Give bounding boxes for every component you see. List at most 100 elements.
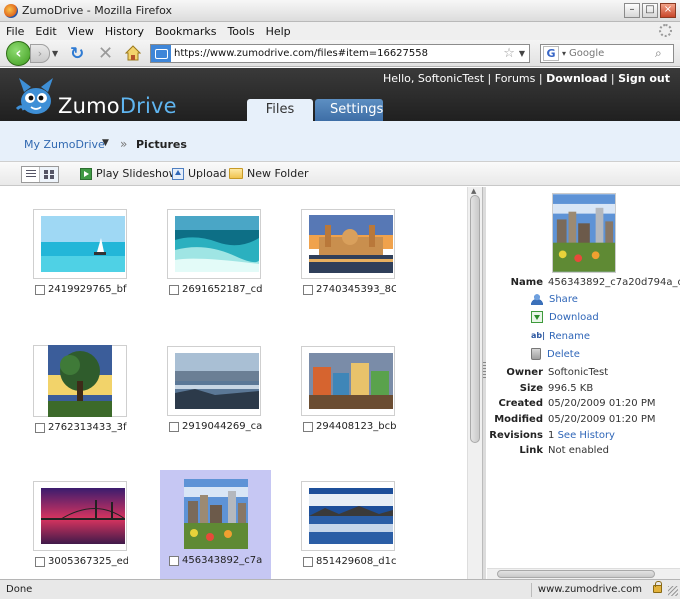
grid-vertical-scrollbar[interactable]: ▲	[467, 187, 482, 579]
photo-wave-thumbnail	[175, 216, 259, 272]
photo-village-thumbnail	[309, 353, 393, 409]
file-name: 2762313433_3f	[48, 422, 127, 433]
menu-file[interactable]: File	[6, 25, 24, 38]
firefox-icon	[4, 4, 18, 18]
scroll-up-icon[interactable]: ▲	[471, 187, 476, 195]
upload-icon	[172, 167, 184, 180]
home-button[interactable]	[125, 45, 141, 61]
close-button[interactable]: ×	[660, 3, 676, 18]
root-dropdown-icon[interactable]: ▼	[102, 138, 109, 148]
file-checkbox[interactable]	[35, 285, 45, 295]
file-tile[interactable]: 294408123_bcb	[301, 322, 411, 432]
search-icon[interactable]: ⌕	[655, 46, 662, 61]
menu-view[interactable]: View	[68, 25, 94, 38]
file-checkbox[interactable]	[35, 423, 45, 433]
rename-icon: ab|	[531, 331, 546, 340]
download-action[interactable]: Download	[531, 311, 599, 323]
site-header: ZumoDrive Hello, SoftonicTest | Forums |…	[0, 68, 680, 121]
tab-settings[interactable]: Settings	[315, 99, 383, 121]
file-tile[interactable]: 2740345393_8C	[301, 187, 411, 295]
history-dropdown-icon[interactable]: ▼	[52, 49, 58, 58]
file-checkbox[interactable]	[169, 556, 179, 566]
photo-cathedral-thumbnail	[309, 215, 393, 273]
panel-splitter[interactable]	[482, 187, 486, 579]
file-checkbox[interactable]	[303, 557, 313, 567]
signout-link[interactable]: Sign out	[618, 72, 670, 85]
maximize-button[interactable]: □	[642, 3, 658, 18]
share-action[interactable]: Share	[531, 293, 578, 305]
minimize-button[interactable]: –	[624, 3, 640, 18]
new-folder-button[interactable]: New Folder	[229, 167, 308, 180]
menu-bar: File Edit View History Bookmarks Tools H…	[0, 22, 680, 40]
download-link[interactable]: Download	[546, 72, 607, 85]
file-name: 851429608_d1c	[316, 556, 396, 567]
status-host: www.zumodrive.com	[530, 583, 648, 597]
status-bar: Done www.zumodrive.com	[0, 579, 680, 599]
file-name: 2419929765_bf	[48, 284, 127, 295]
tab-files[interactable]: Files	[247, 99, 313, 121]
engine-dropdown-icon[interactable]: ▾	[562, 49, 566, 58]
back-button[interactable]: ‹	[6, 41, 31, 66]
logo-suffix: Drive	[119, 94, 177, 118]
share-icon	[531, 293, 543, 305]
file-checkbox[interactable]	[35, 557, 45, 567]
breadcrumb-root-link[interactable]: My ZumoDrive	[24, 138, 105, 151]
address-bar[interactable]: https://www.zumodrive.com/files#item=166…	[150, 44, 530, 63]
file-checkbox[interactable]	[303, 285, 313, 295]
menu-tools[interactable]: Tools	[227, 25, 254, 38]
detail-modified-value: 05/20/2009 01:20 PM	[548, 414, 656, 425]
resize-grip-icon[interactable]	[668, 586, 678, 596]
upload-button[interactable]: Upload	[172, 167, 227, 180]
bookmark-star-icon[interactable]: ☆	[503, 46, 515, 61]
file-tile[interactable]: 851429608_d1c	[301, 457, 411, 567]
menu-edit[interactable]: Edit	[35, 25, 56, 38]
detail-modified-label: Modified	[494, 414, 543, 425]
file-tile[interactable]: 2419929765_bf	[33, 187, 143, 295]
menu-bookmarks[interactable]: Bookmarks	[155, 25, 216, 38]
file-checkbox[interactable]	[169, 422, 179, 432]
lock-icon[interactable]	[653, 581, 662, 593]
rename-action[interactable]: ab| Rename	[531, 330, 590, 342]
play-slideshow-label: Play Slideshow	[96, 167, 178, 180]
file-tile[interactable]: 2919044269_ca	[167, 322, 277, 432]
see-history-link[interactable]: See History	[558, 430, 615, 441]
file-checkbox[interactable]	[169, 285, 179, 295]
url-dropdown-icon[interactable]: ▼	[519, 49, 525, 58]
list-view-button[interactable]	[22, 167, 40, 182]
search-input[interactable]	[569, 48, 654, 59]
breadcrumb: My ZumoDrive ▼ » Pictures	[0, 121, 680, 161]
throbber-icon	[659, 24, 672, 37]
reload-button[interactable]: ↻	[70, 44, 84, 64]
url-text[interactable]: https://www.zumodrive.com/files#item=166…	[174, 48, 503, 59]
google-engine-icon[interactable]: G	[543, 46, 559, 61]
file-tile[interactable]: 2691652187_cd	[167, 187, 277, 295]
forums-link[interactable]: Forums	[495, 72, 536, 85]
forward-button[interactable]: ›	[30, 44, 50, 63]
thumbnail-view-button[interactable]	[40, 167, 58, 182]
zumo-mascot-icon	[15, 78, 53, 114]
file-tile-selected[interactable]: 456343892_c7a	[160, 470, 271, 579]
details-panel: Name 456343892_c7a20d794a_o.jpg Share Do…	[487, 187, 680, 579]
delete-action[interactable]: Delete	[531, 348, 580, 360]
file-tile[interactable]: 3005367325_ed	[33, 457, 143, 567]
photo-lake-thumbnail	[175, 353, 259, 409]
folder-icon	[229, 168, 243, 179]
search-bar[interactable]: G ▾ ⌕	[540, 44, 674, 63]
trash-icon	[531, 348, 541, 360]
grid-icon	[44, 170, 54, 179]
grid-scroll-thumb[interactable]	[470, 195, 480, 443]
menu-help[interactable]: Help	[266, 25, 291, 38]
splitter-grip-icon	[483, 362, 486, 378]
file-tile[interactable]: 2762313433_3f	[33, 322, 143, 433]
play-slideshow-button[interactable]: Play Slideshow	[80, 167, 178, 180]
details-horizontal-scrollbar[interactable]	[487, 568, 680, 579]
photo-city-thumbnail	[184, 479, 248, 549]
file-checkbox[interactable]	[303, 422, 313, 432]
detail-name-label: Name	[510, 277, 543, 288]
menu-history[interactable]: History	[105, 25, 144, 38]
zumodrive-logo[interactable]: ZumoDrive	[58, 94, 177, 118]
site-identity-icon[interactable]	[151, 45, 171, 62]
details-scroll-thumb[interactable]	[497, 570, 655, 578]
stop-button[interactable]: ✕	[98, 43, 113, 64]
slideshow-icon	[80, 167, 92, 180]
